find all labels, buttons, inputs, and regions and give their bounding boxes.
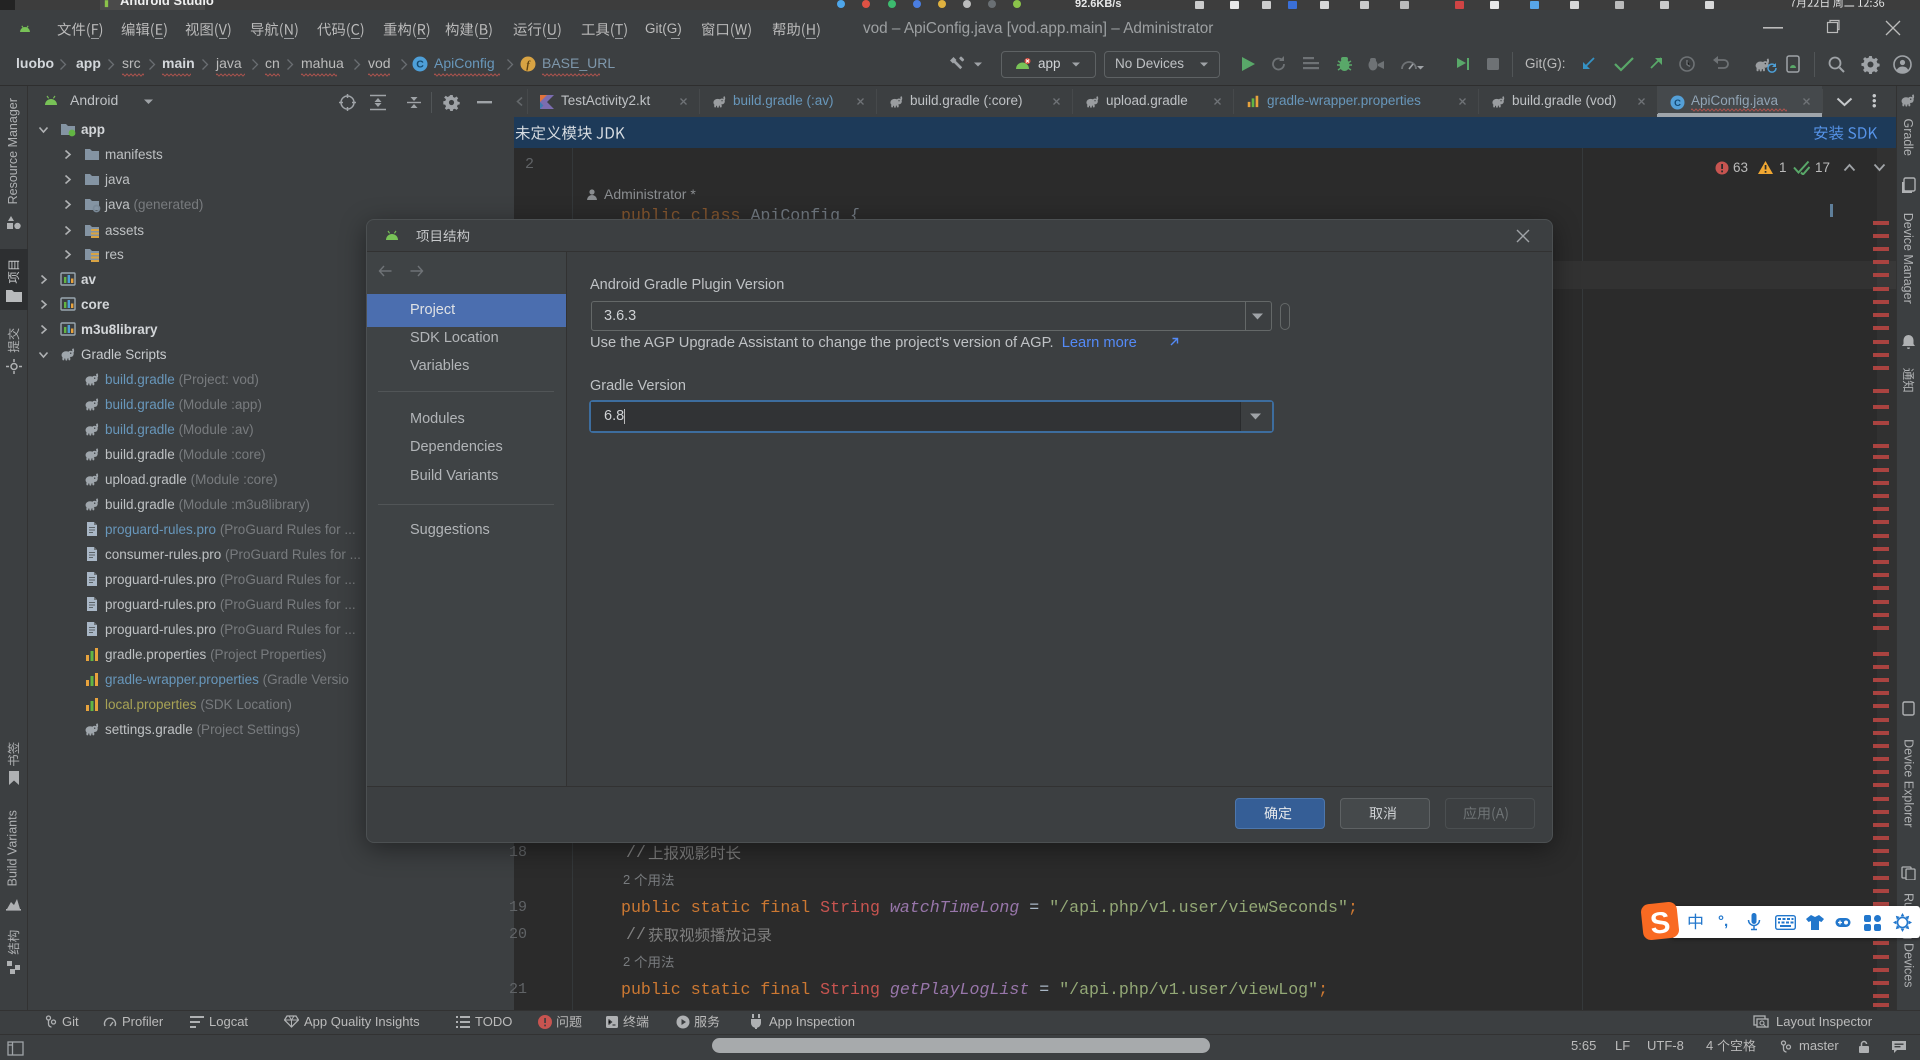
svg-text:S: S (1649, 906, 1672, 941)
svg-text:C: C (1674, 98, 1681, 109)
svg-text:C: C (416, 59, 424, 71)
